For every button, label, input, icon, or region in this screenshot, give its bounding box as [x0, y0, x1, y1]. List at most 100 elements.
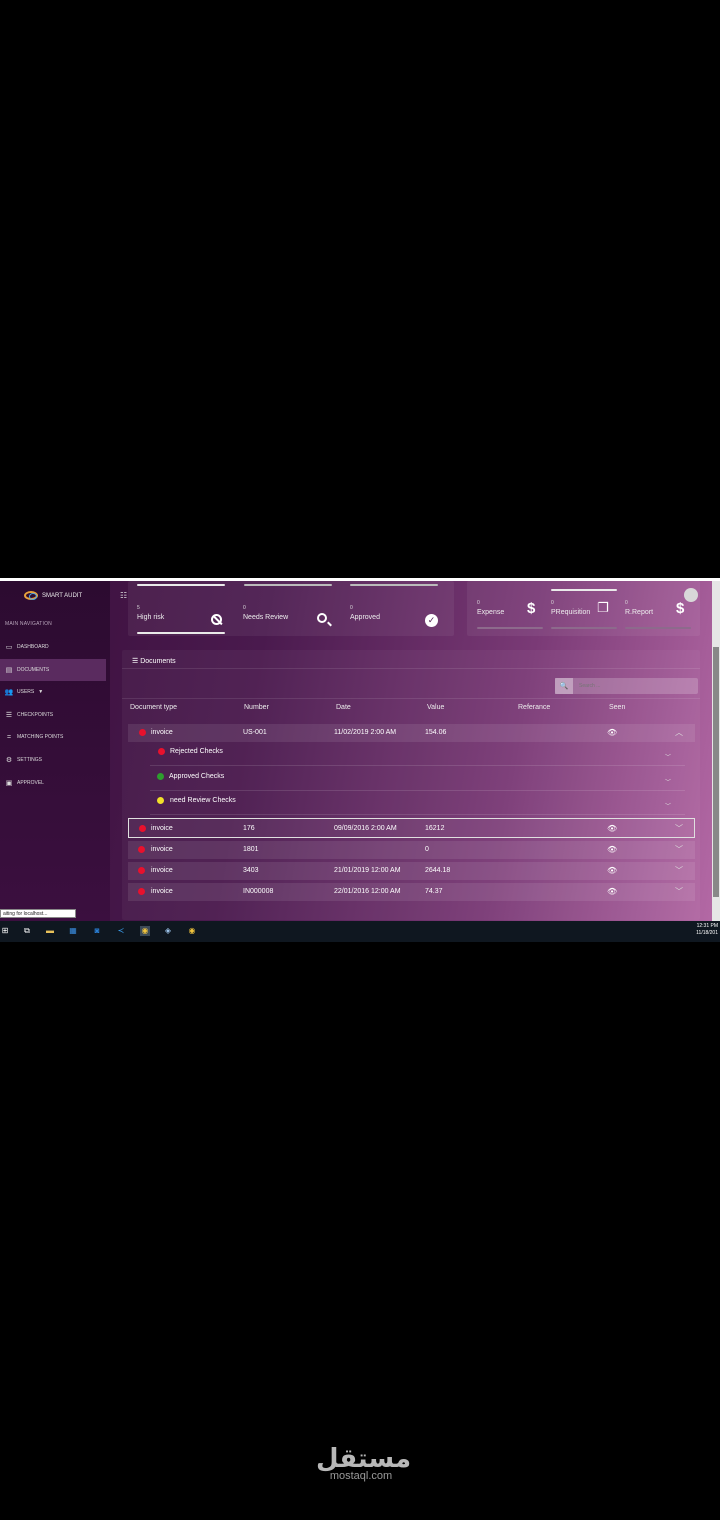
table-row[interactable]: invoice 176 09/09/2016 2:00 AM 16212 👁 ﹀ [128, 818, 695, 838]
watermark: مستقل mostaql.com [316, 1444, 411, 1482]
floating-action-button[interactable] [684, 588, 698, 602]
sidebar-item-label: DASHBOARD [17, 644, 49, 650]
eye-icon[interactable]: 👁 [607, 824, 617, 833]
stat-bar-top [244, 584, 332, 586]
sidebar-item-label: DOCUMENTS [17, 667, 50, 673]
column-header-seen[interactable]: Seen [609, 704, 625, 711]
ban-icon [211, 614, 222, 625]
app-logo[interactable]: SMART AUDIT [24, 591, 82, 600]
status-dot [138, 867, 145, 874]
page-scrollbar[interactable] [712, 581, 720, 921]
column-header-referance[interactable]: Referance [518, 704, 550, 711]
sub-item-label: Rejected Checks [170, 748, 223, 755]
vscode-icon[interactable]: ≺ [116, 926, 126, 936]
chrome-icon[interactable]: ◉ [140, 926, 150, 936]
sidebar-item-dashboard[interactable]: ▭ DASHBOARD [0, 636, 106, 658]
menu-toggle-icon[interactable]: ☷ [120, 591, 127, 600]
stat-label: R.Report [625, 609, 654, 616]
copy-icon: ❐ [597, 600, 609, 615]
chevron-down-icon[interactable]: ﹀ [675, 844, 683, 855]
column-header-value[interactable]: Value [427, 704, 444, 711]
file-explorer-icon[interactable]: ▬ [45, 926, 55, 936]
chrome-icon[interactable]: ◉ [187, 926, 197, 936]
sub-item-approved-checks[interactable]: Approved Checks ﹀ [150, 768, 685, 791]
stat-label: Approved [350, 614, 380, 621]
scrollbar-thumb[interactable] [713, 647, 719, 897]
sidebar-item-checkpoints[interactable]: ☰ CHECKPOINTS [0, 704, 106, 726]
column-header-number[interactable]: Number [244, 704, 269, 711]
chevron-up-icon[interactable]: ︿ [675, 727, 683, 738]
stat-prequisition[interactable]: 0 PRequisition [551, 600, 590, 616]
table-row[interactable]: invoice IN000008 22/01/2016 12:00 AM 74.… [128, 883, 695, 901]
stat-bar-top [551, 589, 617, 591]
sidebar-item-label: CHECKPOINTS [17, 712, 54, 718]
stat-label: Expense [477, 609, 505, 616]
sidebar-item-matching-points[interactable]: = MATCHING POINTS [0, 726, 106, 748]
monitor-icon: ▭ [5, 644, 13, 651]
cell-type: invoice [151, 825, 173, 832]
sub-item-need-review-checks[interactable]: need Review Checks ﹀ [150, 792, 685, 815]
eye-icon[interactable]: 👁 [607, 866, 617, 875]
stat-r-report[interactable]: 0 R.Report [625, 600, 653, 616]
stat-approved[interactable]: 0 Approved [350, 605, 380, 621]
list-icon: ☰ [5, 712, 13, 719]
sidebar-item-label: USERS [17, 689, 35, 695]
search-button[interactable]: 🔍 [555, 678, 573, 694]
table-row[interactable]: invoice 1801 0 👁 ﹀ [128, 841, 695, 859]
nav-heading: MAIN NAVIGATION [5, 621, 52, 627]
column-header-document-type[interactable]: Document type [130, 704, 177, 711]
windows-taskbar: ⊞ ⧉ ▬ ▦ ◙ ≺ ◉ ◈ ◉ 12:31 PM 11/18/201 [0, 921, 720, 942]
search-box: 🔍 [555, 678, 698, 694]
clock-date: 11/18/201 [696, 930, 718, 936]
documents-title: ☰ Documents [132, 658, 176, 665]
trello-icon[interactable]: ▦ [68, 926, 78, 936]
stat-high-risk[interactable]: 5 High risk [137, 605, 164, 621]
clock-time: 12:31 PM [696, 923, 718, 929]
sidebar-item-approvel[interactable]: ▣ APPROVEL [0, 772, 106, 794]
chevron-down-icon[interactable]: ﹀ [675, 865, 683, 876]
search-input[interactable] [577, 682, 691, 690]
desktop-screenshot: SMART AUDIT MAIN NAVIGATION ▭ DASHBOARD … [0, 578, 720, 942]
stat-count: 0 [243, 605, 246, 611]
table-row[interactable]: invoice 3403 21/01/2019 12:00 AM 2644.18… [128, 862, 695, 880]
sub-item-rejected-checks[interactable]: Rejected Checks ﹀ [150, 743, 685, 766]
task-view-icon[interactable]: ⧉ [22, 926, 32, 936]
logo-text: SMART AUDIT [42, 592, 83, 599]
status-dot [157, 797, 164, 804]
cell-number: 176 [243, 825, 255, 832]
stat-bar-top [350, 584, 438, 586]
status-dot [138, 888, 145, 895]
chevron-down-icon[interactable]: ﹀ [665, 801, 671, 810]
sub-item-label: need Review Checks [170, 797, 236, 804]
eye-icon[interactable]: 👁 [607, 887, 617, 896]
chevron-down-icon[interactable]: ﹀ [675, 886, 683, 897]
cell-value: 74.37 [425, 888, 443, 895]
chevron-down-icon[interactable]: ﹀ [665, 752, 671, 761]
chevron-down-icon[interactable]: ﹀ [665, 777, 671, 786]
chevron-down-icon[interactable]: ﹀ [675, 823, 683, 834]
cell-date: 09/09/2016 2:00 AM [334, 825, 397, 832]
windows-start-icon[interactable]: ⊞ [0, 926, 10, 936]
cell-value: 16212 [425, 825, 445, 832]
app-icon[interactable]: ◈ [163, 926, 173, 936]
stat-progress [137, 632, 225, 634]
divider [122, 668, 700, 669]
stat-label: Needs Review [243, 614, 289, 621]
eye-icon[interactable]: 👁 [607, 845, 617, 854]
stat-count: 0 [477, 600, 480, 606]
system-clock[interactable]: 12:31 PM 11/18/201 [696, 923, 718, 937]
cell-type: invoice [151, 846, 173, 853]
cell-type: invoice [151, 867, 173, 874]
outlook-icon[interactable]: ◙ [92, 926, 102, 936]
stat-expense[interactable]: 0 Expense [477, 600, 504, 616]
form-icon: ▣ [5, 780, 13, 787]
sidebar-item-settings[interactable]: ⚙ SETTINGS [0, 749, 106, 771]
sidebar-item-label: MATCHING POINTS [17, 734, 64, 740]
eye-icon[interactable]: 👁 [607, 728, 617, 737]
stat-needs-review[interactable]: 0 Needs Review [243, 605, 288, 621]
sidebar-item-documents[interactable]: ▤ DOCUMENTS [0, 659, 106, 681]
sub-item-label: Approved Checks [169, 773, 225, 780]
table-row[interactable]: invoice US-001 11/02/2019 2:00 AM 154.06… [128, 724, 695, 742]
sidebar-item-users[interactable]: 👥 USERS ▼ [0, 681, 106, 703]
column-header-date[interactable]: Date [336, 704, 351, 711]
